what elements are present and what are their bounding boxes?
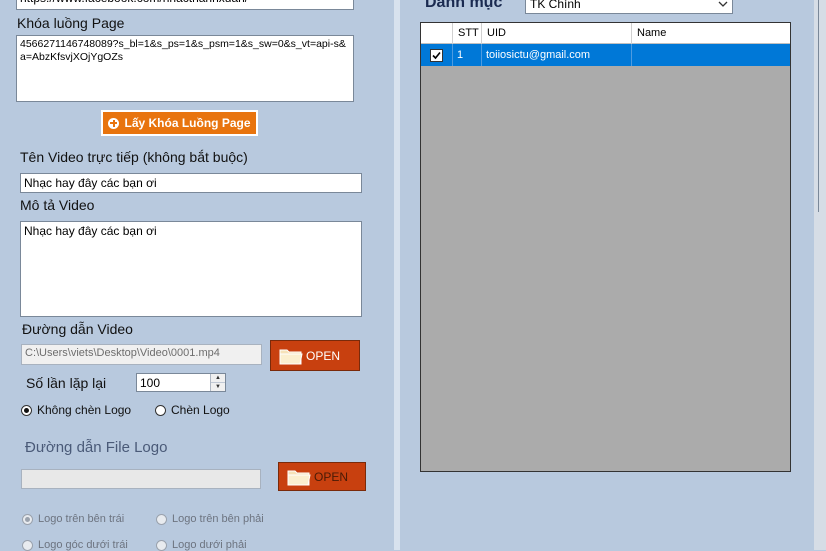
folder-icon	[287, 470, 311, 485]
video-name-field[interactable]: Nhạc hay đây các bạn ơi	[20, 173, 362, 193]
category-selected: TK Chính	[530, 0, 581, 11]
open-video-label: OPEN	[306, 348, 341, 363]
category-select[interactable]: TK Chính	[525, 0, 733, 14]
description-field[interactable]: Nhạc hay đây các bạn ơi	[20, 221, 362, 317]
radio-logo-bottom-left-label: Logo góc dưới trái	[38, 539, 128, 551]
open-logo-button[interactable]: OPEN	[278, 462, 366, 491]
get-page-key-button[interactable]: Lấy Khóa Luồng Page	[101, 110, 258, 136]
repeat-stepper[interactable]: 100 ▲ ▼	[136, 373, 226, 392]
radio-dot-icon	[156, 513, 167, 525]
grid-header: STT UID Name	[421, 23, 790, 44]
category-label: Danh mục	[425, 0, 503, 11]
account-grid[interactable]: STT UID Name 1 toiiosictu@gmail.com	[420, 22, 791, 472]
chevron-down-icon	[718, 1, 728, 7]
grid-header-stt[interactable]: STT	[453, 23, 482, 44]
logo-path-field[interactable]	[21, 469, 261, 489]
repeat-value: 100	[140, 376, 161, 390]
radio-dot-icon	[22, 539, 33, 551]
spin-up-icon[interactable]: ▲	[211, 374, 225, 383]
radio-dot-icon	[155, 404, 166, 416]
window-edge	[814, 0, 826, 550]
radio-dot-icon	[156, 539, 167, 551]
radio-no-logo-label: Không chèn Logo	[37, 403, 132, 417]
radio-dot-icon	[22, 513, 33, 525]
open-video-button[interactable]: OPEN	[270, 340, 360, 371]
video-path-field[interactable]: C:\Users\viets\Desktop\Video\0001.mp4	[21, 344, 262, 365]
radio-dot-icon	[21, 404, 32, 416]
repeat-spin-buttons[interactable]: ▲ ▼	[210, 374, 225, 391]
row-check-cell[interactable]	[421, 44, 453, 66]
radio-logo-bottom-left[interactable]: Logo góc dưới trái	[22, 539, 128, 551]
page-url-field[interactable]: https://www.facebook.com/nhacthanhxuan/	[16, 0, 354, 10]
plus-circle-icon	[108, 117, 120, 129]
radio-logo-bottom-right[interactable]: Logo dưới phải	[156, 539, 247, 551]
description-label: Mô tả Video	[20, 197, 95, 213]
radio-insert-logo-label: Chèn Logo	[171, 403, 230, 417]
logo-path-label: Đường dẫn File Logo	[25, 439, 168, 456]
video-name-label: Tên Video trực tiếp (không bắt buộc)	[20, 149, 248, 165]
grid-header-name[interactable]: Name	[632, 23, 790, 44]
folder-icon	[279, 349, 303, 364]
open-logo-label: OPEN	[314, 469, 349, 484]
get-page-key-label: Lấy Khóa Luồng Page	[124, 116, 251, 130]
radio-no-logo[interactable]: Không chèn Logo	[21, 403, 131, 417]
radio-insert-logo[interactable]: Chèn Logo	[155, 403, 230, 417]
table-row[interactable]: 1 toiiosictu@gmail.com	[421, 44, 790, 66]
repeat-label: Số lần lặp lại	[26, 375, 107, 391]
row-uid-cell: toiiosictu@gmail.com	[482, 44, 632, 66]
checkbox-checked-icon[interactable]	[430, 49, 443, 62]
spin-down-icon[interactable]: ▼	[211, 383, 225, 392]
grid-header-uid[interactable]: UID	[482, 23, 632, 44]
radio-logo-bottom-right-label: Logo dưới phải	[172, 539, 247, 551]
radio-logo-top-left[interactable]: Logo trên bên trái	[22, 513, 124, 525]
page-key-field[interactable]: 4566271146748089?s_bl=1&s_ps=1&s_psm=1&s…	[16, 35, 354, 102]
page-key-label: Khóa luồng Page	[17, 15, 125, 31]
radio-logo-top-right[interactable]: Logo trên bên phải	[156, 513, 264, 525]
radio-logo-top-right-label: Logo trên bên phải	[172, 513, 264, 525]
video-path-label: Đường dẫn Video	[22, 321, 133, 337]
row-name-cell	[632, 44, 790, 66]
grid-header-check[interactable]	[421, 23, 453, 44]
row-stt-cell: 1	[453, 44, 482, 66]
radio-logo-top-left-label: Logo trên bên trái	[38, 513, 125, 525]
